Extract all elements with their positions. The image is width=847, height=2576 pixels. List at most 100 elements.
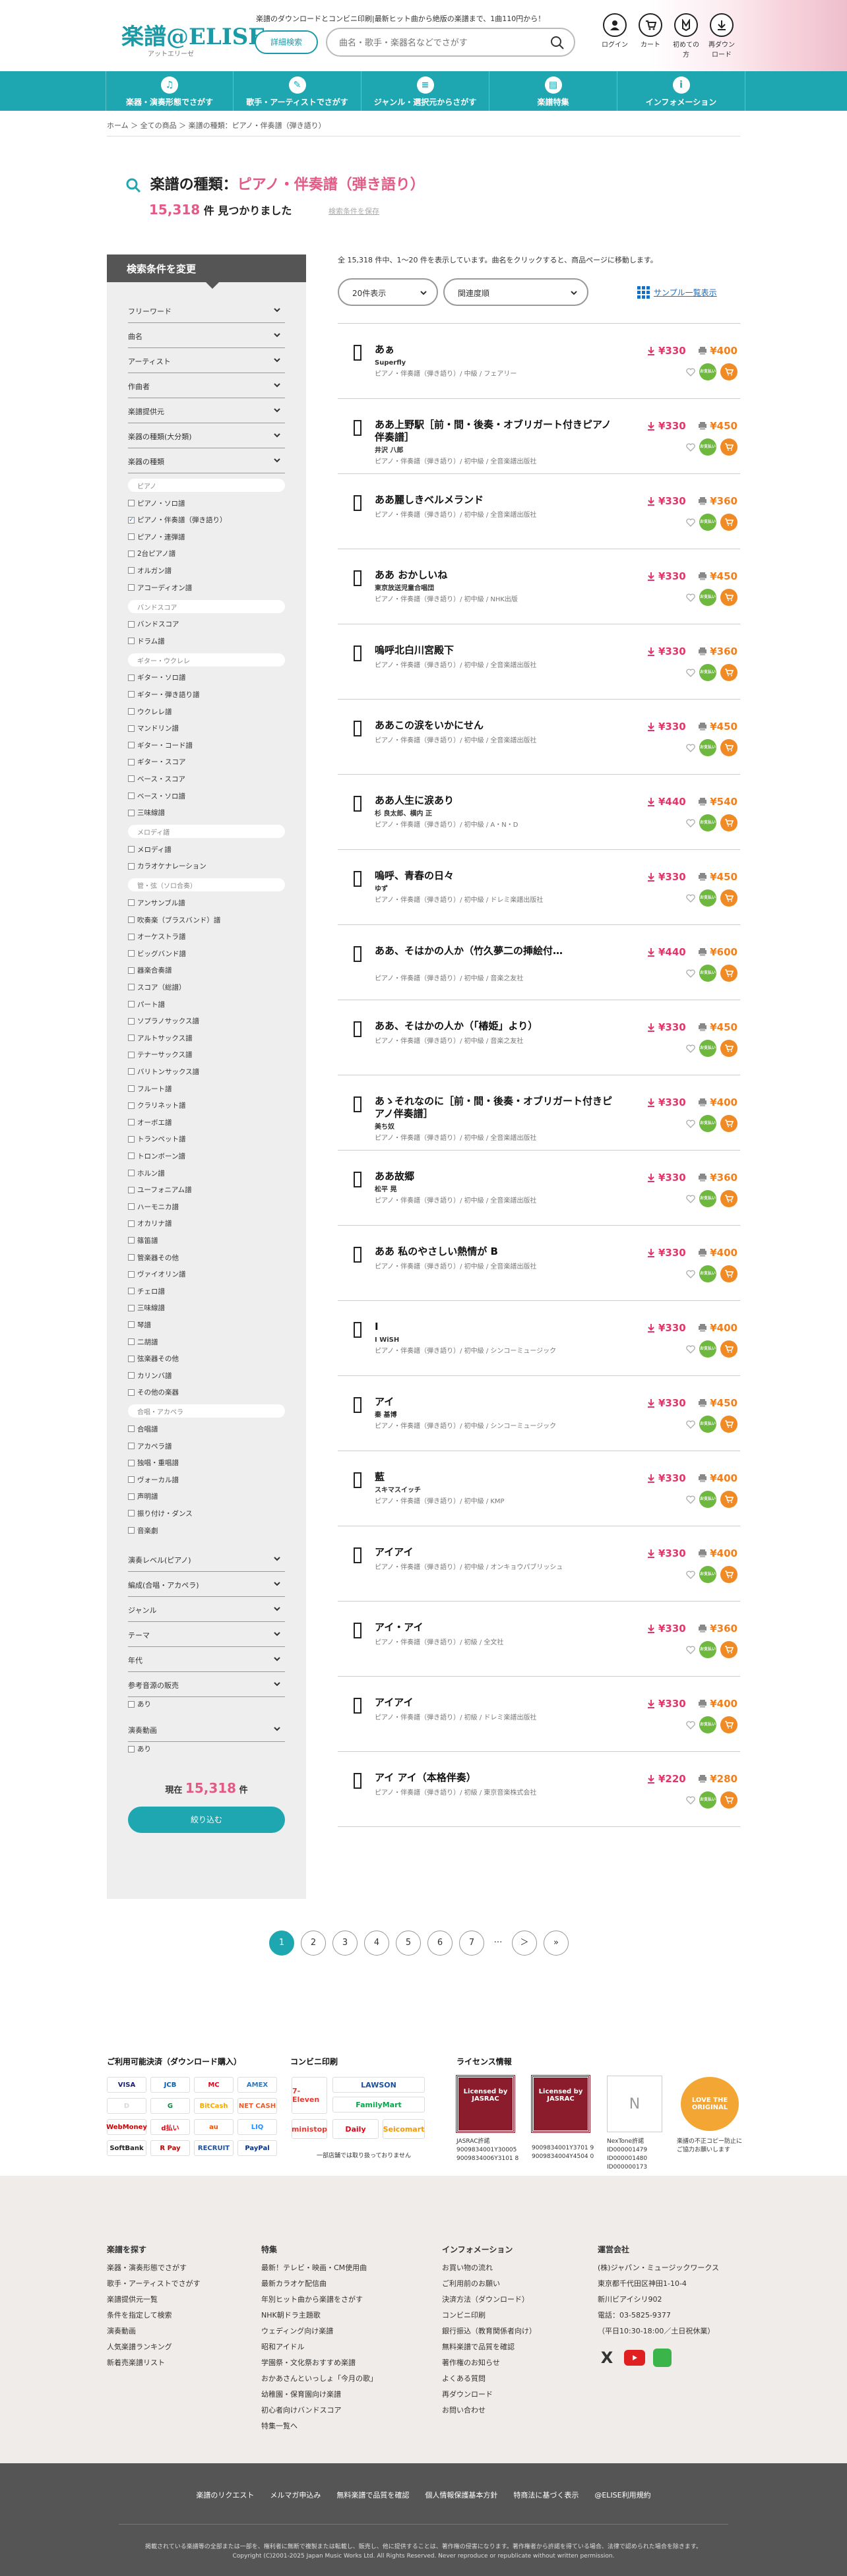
checkbox[interactable]	[128, 1389, 135, 1396]
checkbox[interactable]	[128, 1271, 135, 1278]
filter-checkbox[interactable]: ✓ ピアノ・伴奏譜（弾き語り）	[128, 513, 227, 527]
footer-link[interactable]: お問い合わせ	[442, 2403, 536, 2418]
filter-checkbox[interactable]: 三味線譜	[128, 1301, 165, 1315]
checkbox[interactable]	[128, 1051, 135, 1058]
footer-link[interactable]: 幼稚園・保育園向け楽譜	[261, 2387, 377, 2403]
header-beginner-button[interactable]: 初めての方	[670, 13, 702, 59]
filter-checkbox[interactable]: オカリナ譜	[128, 1216, 172, 1231]
checkbox[interactable]	[128, 1288, 135, 1295]
result-title[interactable]: 嗚呼、青春の日々	[375, 870, 454, 882]
checkbox[interactable]	[128, 1153, 135, 1160]
filter-checkbox[interactable]: ホルン譜	[128, 1166, 165, 1180]
favorite-heart-icon[interactable]	[686, 1420, 695, 1429]
filter-checkbox[interactable]: ウクレレ譜	[128, 704, 172, 719]
checkbox[interactable]	[128, 775, 135, 783]
footer-bottom-link[interactable]: 特商法に基づく表示	[513, 2491, 579, 2500]
favorite-heart-icon[interactable]	[686, 1344, 695, 1354]
nav-item-0[interactable]: ♫ 楽器・演奏形態でさがす	[106, 71, 234, 111]
payment-badge[interactable]: お支払い	[699, 1566, 716, 1583]
footer-link[interactable]: 学園祭・文化祭おすすめ楽譜	[261, 2355, 377, 2371]
filter-checkbox[interactable]: 二胡譜	[128, 1334, 158, 1349]
payment-badge[interactable]: お支払い	[699, 664, 716, 681]
filter-checkbox[interactable]: オーケストラ譜	[128, 930, 186, 944]
filter-row[interactable]: アーティスト	[128, 348, 285, 373]
header-download-button[interactable]: 再ダウンロード	[706, 13, 737, 59]
filter-row[interactable]: フリーワード	[128, 298, 285, 323]
add-to-cart-button[interactable]	[720, 589, 737, 606]
breadcrumb[interactable]: ホーム ＞ 全ての商品 ＞ 楽譜の種類：ピアノ・伴奏譜（弾き語り）	[107, 120, 326, 131]
checkbox[interactable]	[128, 1186, 135, 1193]
filter-checkbox[interactable]: アルトサックス譜	[128, 1031, 193, 1045]
result-title[interactable]: アイアイ	[375, 1546, 414, 1558]
sort-select[interactable]: 関連度順	[443, 278, 588, 306]
checkbox[interactable]	[128, 1338, 135, 1345]
page-button[interactable]: 6	[427, 1931, 453, 1956]
payment-badge[interactable]: お支払い	[699, 739, 716, 756]
footer-link[interactable]: コンビニ印刷	[442, 2308, 536, 2323]
result-title[interactable]: ああ おかしいね	[375, 569, 447, 581]
checkbox[interactable]	[128, 1443, 135, 1449]
filter-checkbox[interactable]: 声明譜	[128, 1489, 158, 1504]
filter-checkbox[interactable]: ユーフォニアム譜	[128, 1183, 192, 1197]
favorite-heart-icon[interactable]	[686, 1495, 695, 1504]
checkbox[interactable]	[128, 899, 135, 907]
filter-row[interactable]: 楽器の種類	[128, 448, 285, 473]
payment-badge[interactable]: お支払い	[699, 589, 716, 606]
result-title[interactable]: ああ人生に涙あり	[375, 794, 454, 806]
page-button[interactable]: »	[544, 1931, 569, 1956]
save-search-link[interactable]: 検索条件を保存	[329, 206, 379, 216]
result-title-block[interactable]: あぁ Superfly	[375, 344, 612, 369]
favorite-heart-icon[interactable]	[686, 1269, 695, 1278]
result-title-block[interactable]: ああ故郷 松平 晃	[375, 1170, 612, 1196]
payment-badge[interactable]: お支払い	[699, 1040, 716, 1057]
footer-link[interactable]: NHK朝ドラ主題歌	[261, 2308, 377, 2323]
filter-checkbox[interactable]: 三味線譜	[128, 806, 165, 820]
add-to-cart-button[interactable]	[720, 363, 737, 380]
checkbox[interactable]	[128, 1745, 135, 1752]
filter-row[interactable]: 演奏レベル(ピアノ)	[128, 1547, 285, 1572]
favorite-heart-icon[interactable]	[686, 818, 695, 827]
checkbox[interactable]	[128, 567, 135, 574]
filter-checkbox[interactable]: 器楽合奏譜	[128, 963, 172, 978]
checkbox[interactable]	[128, 916, 135, 923]
payment-badge[interactable]: お支払い	[699, 1115, 716, 1132]
footer-bottom-link[interactable]: メルマガ申込み	[270, 2491, 321, 2500]
favorite-heart-icon[interactable]	[686, 1645, 695, 1654]
payment-badge[interactable]: お支払い	[699, 889, 716, 907]
youtube-icon[interactable]	[624, 2350, 645, 2366]
payment-badge[interactable]: お支払い	[699, 1641, 716, 1658]
favorite-heart-icon[interactable]	[686, 1044, 695, 1053]
result-title-block[interactable]: ああ、そはかの人か（「椿姫」より）	[375, 1020, 612, 1033]
checkbox[interactable]	[128, 933, 135, 940]
result-title-block[interactable]: アイアイ	[375, 1696, 612, 1709]
favorite-heart-icon[interactable]	[686, 893, 695, 903]
footer-link[interactable]: 最新！テレビ・映画・CM使用曲	[261, 2260, 377, 2276]
detail-search-button[interactable]: 詳細検索	[255, 30, 318, 54]
payment-badge[interactable]: お支払い	[699, 1416, 716, 1433]
filter-row[interactable]: テーマ	[128, 1622, 285, 1647]
result-title-block[interactable]: ああ上野駅［前・間・後奏・オブリガート付きピアノ伴奏譜］ 井沢 八郎	[375, 419, 612, 457]
footer-link[interactable]: ウェディング向け楽譜	[261, 2323, 377, 2339]
result-title[interactable]: あゝそれなのに［前・間・後奏・オブリガート付きピアノ伴奏譜］	[375, 1095, 612, 1120]
add-to-cart-button[interactable]	[720, 664, 737, 681]
payment-badge[interactable]: お支払い	[699, 1340, 716, 1358]
result-title[interactable]: アイ	[375, 1396, 394, 1408]
filter-checkbox[interactable]: ハーモニカ譜	[128, 1199, 179, 1214]
footer-link[interactable]: 演奏動画	[107, 2323, 201, 2339]
checkbox[interactable]	[128, 620, 135, 628]
filter-checkbox[interactable]: 振り付け・ダンス	[128, 1506, 193, 1520]
filter-checkbox[interactable]: フルート譜	[128, 1081, 172, 1096]
result-title-block[interactable]: 藍スキマスイッチ	[375, 1471, 612, 1497]
result-title-block[interactable]: あゝそれなのに［前・間・後奏・オブリガート付きピアノ伴奏譜］ 美ち奴	[375, 1095, 612, 1133]
filter-row[interactable]: 曲名	[128, 323, 285, 348]
filter-checkbox[interactable]: 琴譜	[128, 1317, 151, 1332]
filter-checkbox[interactable]: その他の楽器	[128, 1385, 179, 1400]
checkbox[interactable]	[128, 638, 135, 645]
narrow-down-button[interactable]: 絞り込む	[128, 1806, 285, 1833]
footer-link[interactable]: 決済方法（ダウンロード）	[442, 2292, 536, 2308]
filter-checkbox[interactable]: あり	[128, 1697, 151, 1712]
result-title-block[interactable]: アイ アイ（本格伴奏）	[375, 1772, 612, 1784]
filter-checkbox[interactable]: 弦楽器その他	[128, 1352, 179, 1366]
filter-checkbox[interactable]: ベース・ソロ譜	[128, 789, 185, 803]
result-title-block[interactable]: アイ秦 基博	[375, 1396, 612, 1422]
